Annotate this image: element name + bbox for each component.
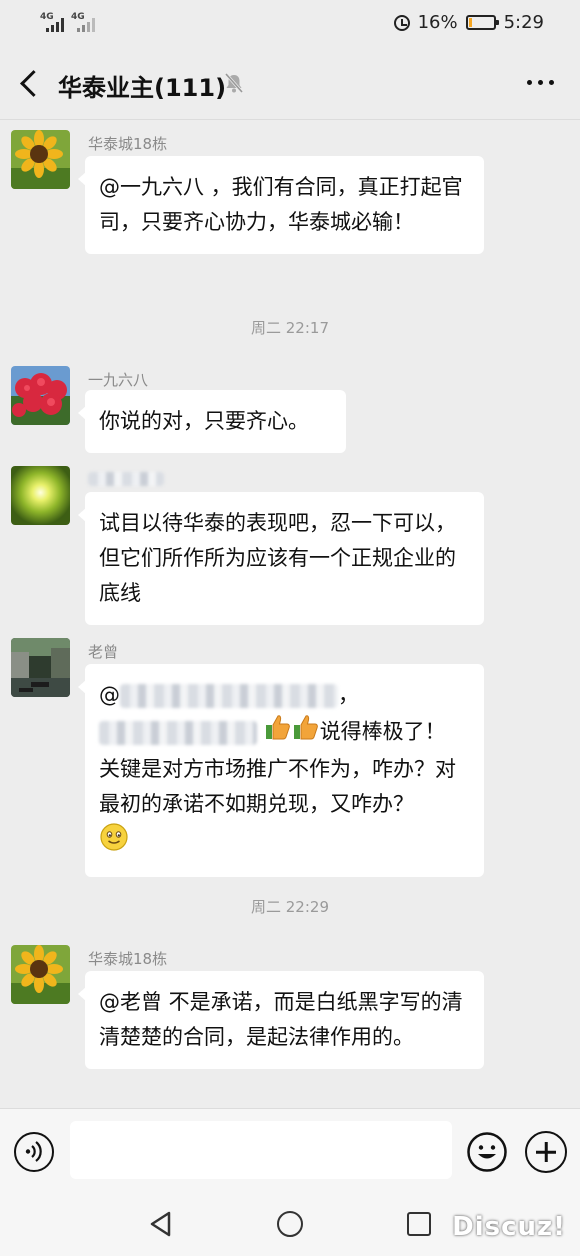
avatar-sunflower[interactable] [11, 130, 70, 189]
battery-percent: 16% [417, 12, 458, 33]
chat-header: 华泰业主(111) [0, 48, 580, 120]
watermark-logo: Discuz! [452, 1212, 566, 1242]
blurred-mention [120, 684, 338, 708]
alarm-clock-icon [393, 14, 410, 31]
avatar-canal[interactable] [11, 638, 70, 697]
message-text: 关键是对方市场推广不作为，咋办？对最初的承诺不如期兑现，又咋办？ [99, 757, 456, 816]
avatar-red-flowers[interactable] [11, 366, 70, 425]
message-input[interactable] [70, 1121, 452, 1179]
message-bubble[interactable]: @老曾 不是承诺，而是白纸黑字写的清清楚楚的合同，是起法律作用的。 [78, 971, 484, 1069]
mention-comma: ， [338, 683, 359, 707]
blurred-text [99, 720, 257, 745]
sender-name: 一九六八 [88, 371, 149, 389]
thumbs-up-icon [264, 713, 292, 752]
triangle-back-icon[interactable] [148, 1210, 174, 1238]
message-bubble[interactable]: @ ， 说得棒极了！ 关键是对方市场推广不作为，咋办？对最初的承诺不如期兑现，又咋… [78, 664, 484, 877]
thumbs-up-icon [292, 713, 320, 752]
voice-icon[interactable] [14, 1132, 54, 1172]
square-recent-icon[interactable] [407, 1212, 431, 1236]
input-bar [0, 1108, 580, 1194]
clock-time: 5:29 [503, 12, 544, 33]
timestamp: 周二 22:29 [251, 898, 329, 916]
message-bubble[interactable]: 试目以待华泰的表现吧，忍一下可以，但它们所作所为应该有一个正规企业的底线 [78, 492, 484, 625]
signal-bars-1-icon [46, 16, 64, 32]
chat-title: 华泰业主(111) [58, 74, 227, 102]
message-text: 说得棒极了！ [319, 719, 446, 744]
more-horizontal-icon[interactable] [527, 80, 554, 85]
avatar-sunlight[interactable] [11, 466, 70, 525]
system-nav-bar: Discuz! [0, 1194, 580, 1256]
sender-name-redacted [88, 469, 164, 487]
chevron-left-icon[interactable] [18, 70, 42, 98]
avatar-sunflower[interactable] [11, 945, 70, 1004]
plus-circle-icon[interactable] [525, 1131, 567, 1173]
message-bubble[interactable]: 你说的对，只要齐心。 [78, 390, 346, 453]
mention-at: @ [99, 683, 120, 707]
message-bubble[interactable]: @一九六八 ，我们有合同，真正打起官司，只要齐心协力，华泰城必输！ [78, 156, 484, 254]
blurred-name [88, 471, 164, 486]
circle-home-icon[interactable] [277, 1211, 303, 1237]
sender-name: 华泰城18栋 [88, 135, 168, 153]
emoji-icon[interactable] [466, 1131, 508, 1173]
timestamp: 周二 22:17 [251, 319, 329, 337]
sender-name: 华泰城18栋 [88, 950, 168, 968]
chat-messages: 华泰城18栋 @一九六八 ，我们有合同，真正打起官司，只要齐心协力，华泰城必输！… [0, 121, 580, 1108]
sender-name: 老曾 [88, 643, 119, 661]
battery-icon [465, 15, 499, 30]
smile-emoji-icon [99, 822, 129, 863]
status-bar: 4G 4G 16% 5:29 [0, 0, 580, 48]
bell-muted-icon [224, 73, 244, 93]
signal-bars-2-icon [77, 16, 95, 32]
